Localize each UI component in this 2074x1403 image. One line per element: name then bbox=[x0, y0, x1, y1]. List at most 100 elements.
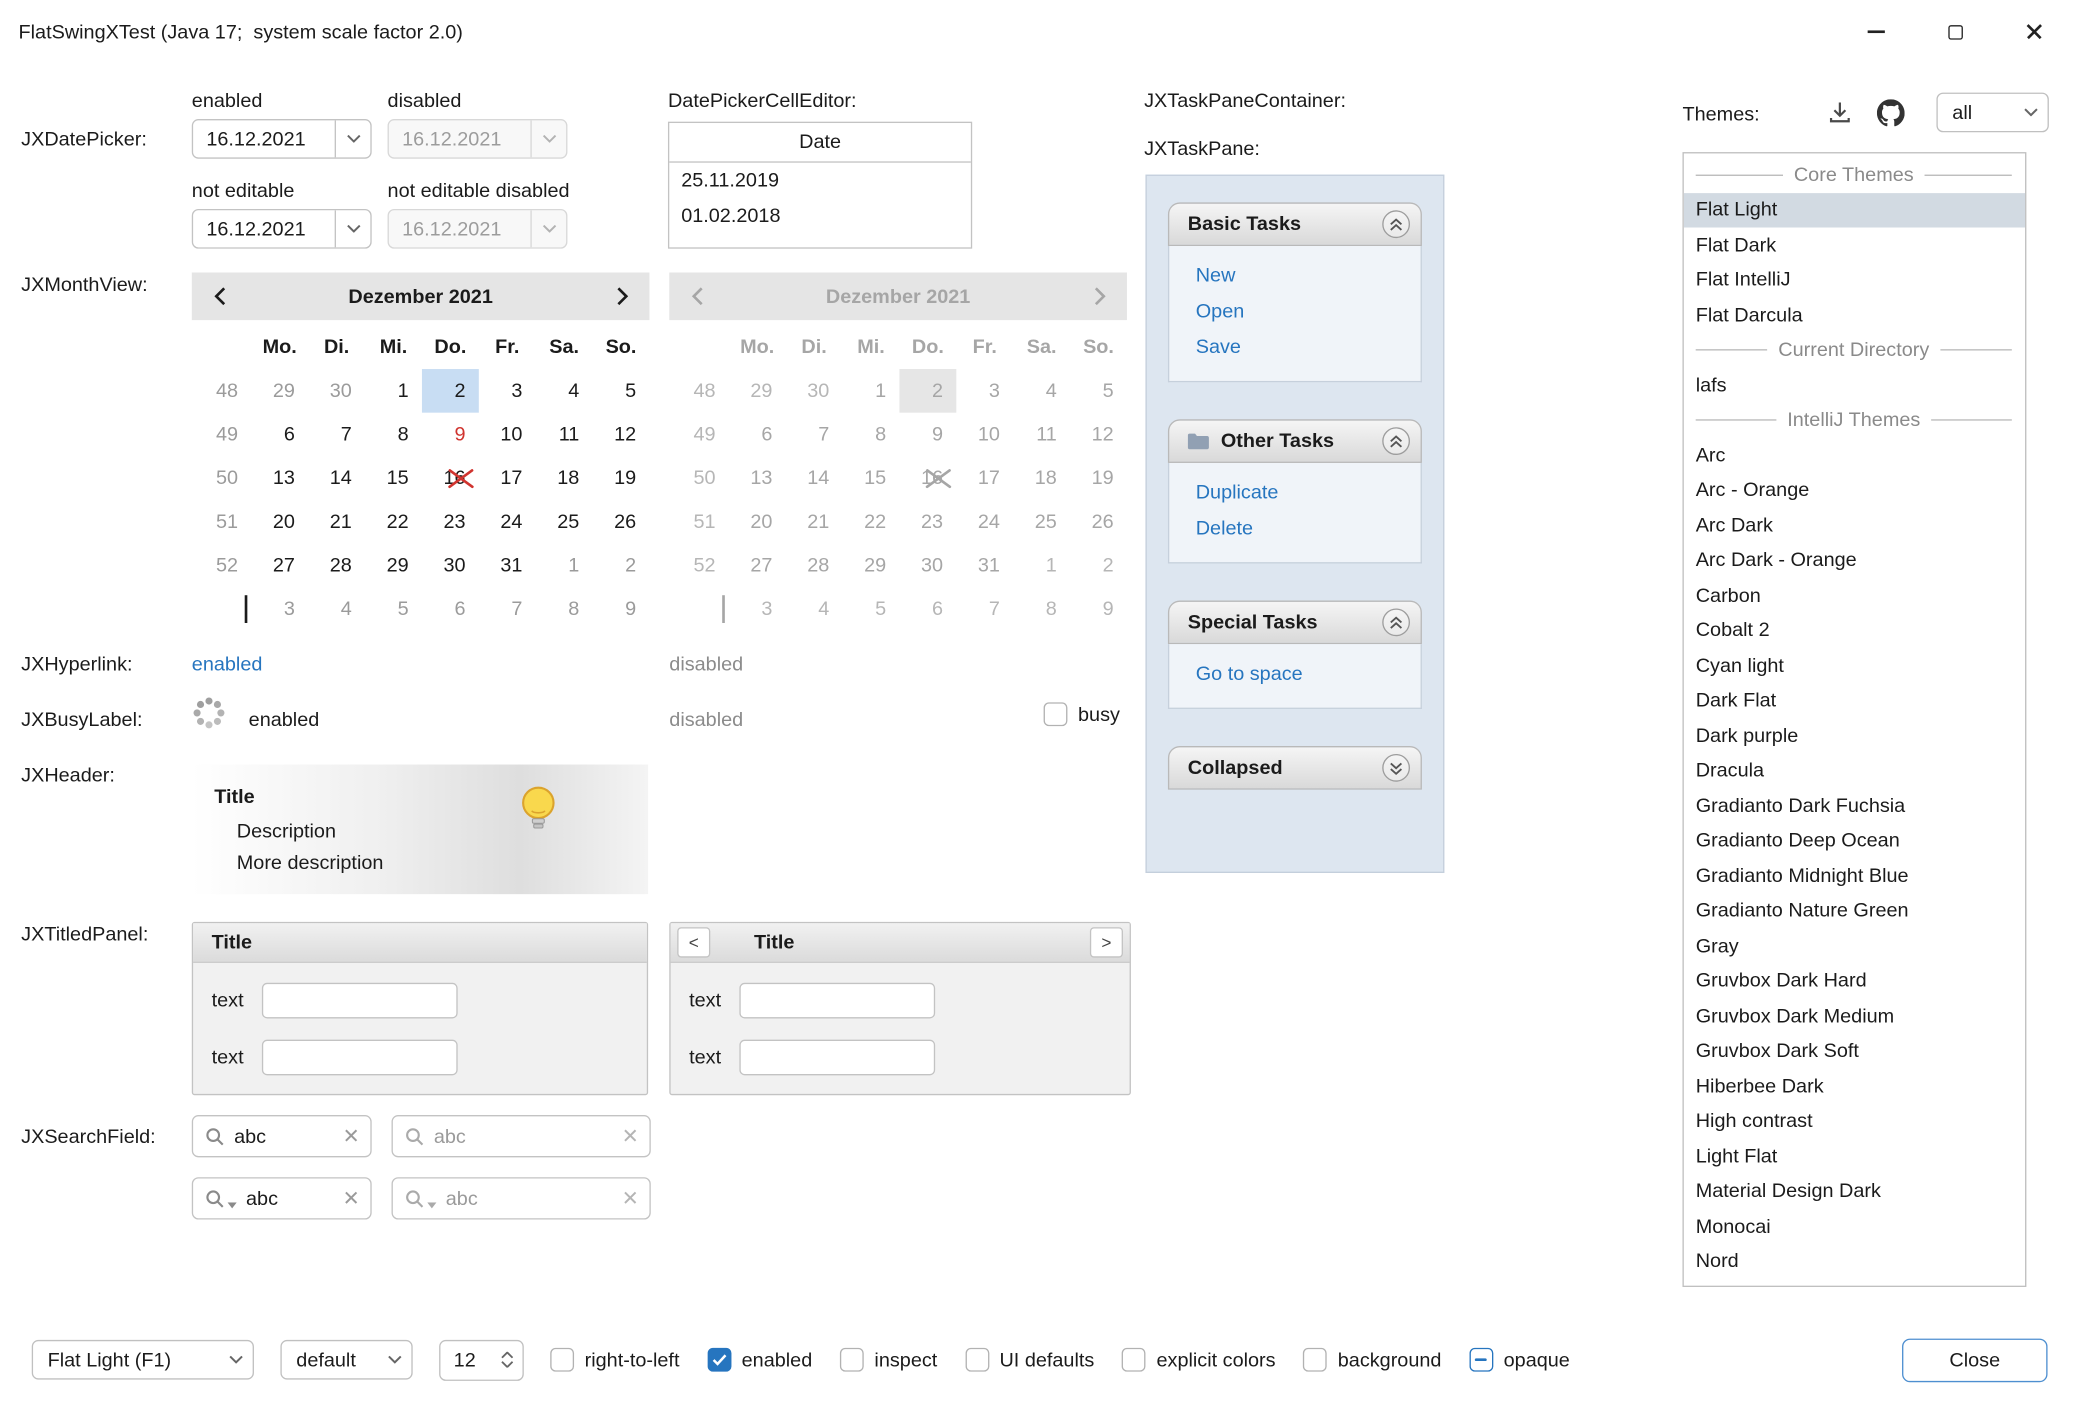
theme-item[interactable]: Arc bbox=[1684, 438, 2025, 473]
task-action-link[interactable]: Open bbox=[1196, 300, 1421, 324]
titled-panel-right-button[interactable]: > bbox=[1090, 927, 1123, 957]
theme-item[interactable]: Gruvbox Dark Hard bbox=[1684, 964, 2025, 999]
calendar-day[interactable]: 15 bbox=[365, 456, 422, 500]
theme-item[interactable]: Monocai bbox=[1684, 1209, 2025, 1244]
datepicker-not-editable[interactable]: 16.12.2021 bbox=[192, 209, 372, 249]
close-button[interactable]: Close bbox=[1902, 1338, 2047, 1382]
calendar-day[interactable]: 6 bbox=[422, 587, 479, 631]
theme-item[interactable]: Arc Dark - Orange bbox=[1684, 543, 2025, 578]
themes-list[interactable]: Core ThemesFlat LightFlat DarkFlat Intel… bbox=[1682, 152, 2026, 1287]
calendar-day[interactable]: 19 bbox=[593, 456, 650, 500]
checkbox-box[interactable] bbox=[1303, 1348, 1327, 1372]
calendar-day[interactable]: 10 bbox=[479, 413, 536, 457]
theme-item[interactable]: Hiberbee Dark bbox=[1684, 1069, 2025, 1104]
checkbox-inspect[interactable]: inspect bbox=[840, 1348, 937, 1372]
theme-item[interactable]: Cyan light bbox=[1684, 648, 2025, 683]
calendar-day[interactable]: 9 bbox=[593, 587, 650, 631]
theme-item[interactable]: Light Flat bbox=[1684, 1139, 2025, 1174]
calendar-day[interactable]: 4 bbox=[308, 587, 365, 631]
theme-item[interactable]: lafs bbox=[1684, 368, 2025, 403]
checkbox-box[interactable] bbox=[1044, 702, 1068, 726]
theme-item[interactable]: Flat Dark bbox=[1684, 228, 2025, 263]
calendar-day[interactable]: 18 bbox=[536, 456, 593, 500]
calendar-day[interactable]: 12 bbox=[593, 413, 650, 457]
checkbox-opaque[interactable]: opaque bbox=[1469, 1348, 1570, 1372]
style-combobox[interactable]: default bbox=[280, 1340, 412, 1380]
text-input[interactable] bbox=[262, 983, 458, 1019]
calendar-day[interactable]: 24 bbox=[479, 500, 536, 544]
calendar-day[interactable]: 30 bbox=[308, 369, 365, 413]
task-action-link[interactable]: Go to space bbox=[1196, 663, 1421, 687]
theme-item[interactable]: Dark purple bbox=[1684, 718, 2025, 753]
calendar-day[interactable]: 22 bbox=[365, 500, 422, 544]
taskpane-header-button[interactable]: Special Tasks bbox=[1168, 601, 1422, 645]
task-action-link[interactable]: Delete bbox=[1196, 517, 1421, 541]
theme-item[interactable]: Gradianto Deep Ocean bbox=[1684, 823, 2025, 858]
theme-item[interactable]: Flat Darcula bbox=[1684, 298, 2025, 333]
laf-combobox[interactable]: Flat Light (F1) bbox=[32, 1340, 254, 1380]
clear-icon[interactable] bbox=[344, 1125, 359, 1147]
calendar-day[interactable]: 7 bbox=[479, 587, 536, 631]
theme-item[interactable]: Gradianto Midnight Blue bbox=[1684, 858, 2025, 893]
calendar-day[interactable]: 5 bbox=[365, 587, 422, 631]
theme-item[interactable]: Dracula bbox=[1684, 753, 2025, 788]
checkbox-box[interactable] bbox=[1122, 1348, 1146, 1372]
theme-item[interactable]: Flat IntelliJ bbox=[1684, 263, 2025, 298]
calendar-day[interactable]: 31 bbox=[479, 544, 536, 588]
checkbox-busy[interactable]: busy bbox=[1044, 702, 1120, 726]
calendar-day[interactable]: 26 bbox=[593, 500, 650, 544]
calendar-day[interactable]: 13 bbox=[251, 456, 308, 500]
theme-item[interactable]: Arc - Orange bbox=[1684, 473, 2025, 508]
prev-month-button[interactable] bbox=[192, 287, 248, 306]
taskpane-header-button[interactable]: Other Tasks bbox=[1168, 419, 1422, 463]
calendar-day[interactable]: 4 bbox=[536, 369, 593, 413]
datepicker-enabled[interactable]: 16.12.2021 bbox=[192, 119, 372, 159]
search-field-with-menu[interactable]: abc bbox=[192, 1177, 372, 1219]
text-input[interactable] bbox=[739, 983, 935, 1019]
table-row[interactable]: 25.11.2019 bbox=[669, 163, 971, 199]
calendar-day[interactable]: 29 bbox=[365, 544, 422, 588]
calendar-day[interactable]: 11 bbox=[536, 413, 593, 457]
window-close-button[interactable] bbox=[1995, 0, 2074, 63]
calendar-day[interactable]: 8 bbox=[365, 413, 422, 457]
calendar-day[interactable]: 20 bbox=[251, 500, 308, 544]
checkbox-right-to-left[interactable]: right-to-left bbox=[550, 1348, 679, 1372]
checkbox-background[interactable]: background bbox=[1303, 1348, 1441, 1372]
datepicker-dropdown-button[interactable] bbox=[335, 210, 371, 247]
checkbox-ui-defaults[interactable]: UI defaults bbox=[965, 1348, 1094, 1372]
taskpane-header-button[interactable]: Collapsed bbox=[1168, 746, 1422, 790]
calendar-day[interactable]: 23 bbox=[422, 500, 479, 544]
table-row[interactable]: 01.02.2018 bbox=[669, 198, 971, 234]
minimize-button[interactable] bbox=[1836, 0, 1915, 63]
calendar-day[interactable]: 3 bbox=[251, 587, 308, 631]
calendar-day[interactable]: 6 bbox=[251, 413, 308, 457]
text-input[interactable] bbox=[739, 1040, 935, 1076]
calendar-day[interactable]: 3 bbox=[479, 369, 536, 413]
search-field[interactable]: abc bbox=[192, 1115, 372, 1157]
theme-item[interactable]: Gradianto Dark Fuchsia bbox=[1684, 788, 2025, 823]
datepicker-dropdown-button[interactable] bbox=[335, 120, 371, 157]
checkbox-enabled[interactable]: enabled bbox=[707, 1348, 812, 1372]
calendar-day[interactable]: 14 bbox=[308, 456, 365, 500]
task-action-link[interactable]: Save bbox=[1196, 336, 1421, 360]
theme-item[interactable]: Cobalt 2 bbox=[1684, 613, 2025, 648]
clear-icon[interactable] bbox=[344, 1187, 359, 1209]
calendar-day[interactable]: 1 bbox=[536, 544, 593, 588]
checkbox-box[interactable] bbox=[707, 1348, 731, 1372]
next-month-button[interactable] bbox=[594, 287, 650, 306]
calendar-day[interactable]: 2 bbox=[593, 544, 650, 588]
calendar-day[interactable]: 1 bbox=[365, 369, 422, 413]
calendar-day[interactable]: 25 bbox=[536, 500, 593, 544]
theme-item[interactable]: Arc Dark bbox=[1684, 508, 2025, 543]
theme-item[interactable]: Carbon bbox=[1684, 578, 2025, 613]
calendar-day[interactable]: 7 bbox=[308, 413, 365, 457]
font-size-spinner[interactable]: 12 bbox=[439, 1339, 524, 1380]
theme-item[interactable]: High contrast bbox=[1684, 1104, 2025, 1139]
theme-item[interactable]: Gradianto Nature Green bbox=[1684, 893, 2025, 928]
spinner-buttons[interactable] bbox=[491, 1352, 523, 1368]
calendar-day[interactable]: 5 bbox=[593, 369, 650, 413]
calendar-day[interactable]: 28 bbox=[308, 544, 365, 588]
calendar-day[interactable]: 2 bbox=[422, 369, 479, 413]
theme-item[interactable]: Gray bbox=[1684, 929, 2025, 964]
search-menu-icon[interactable] bbox=[205, 1188, 237, 1208]
